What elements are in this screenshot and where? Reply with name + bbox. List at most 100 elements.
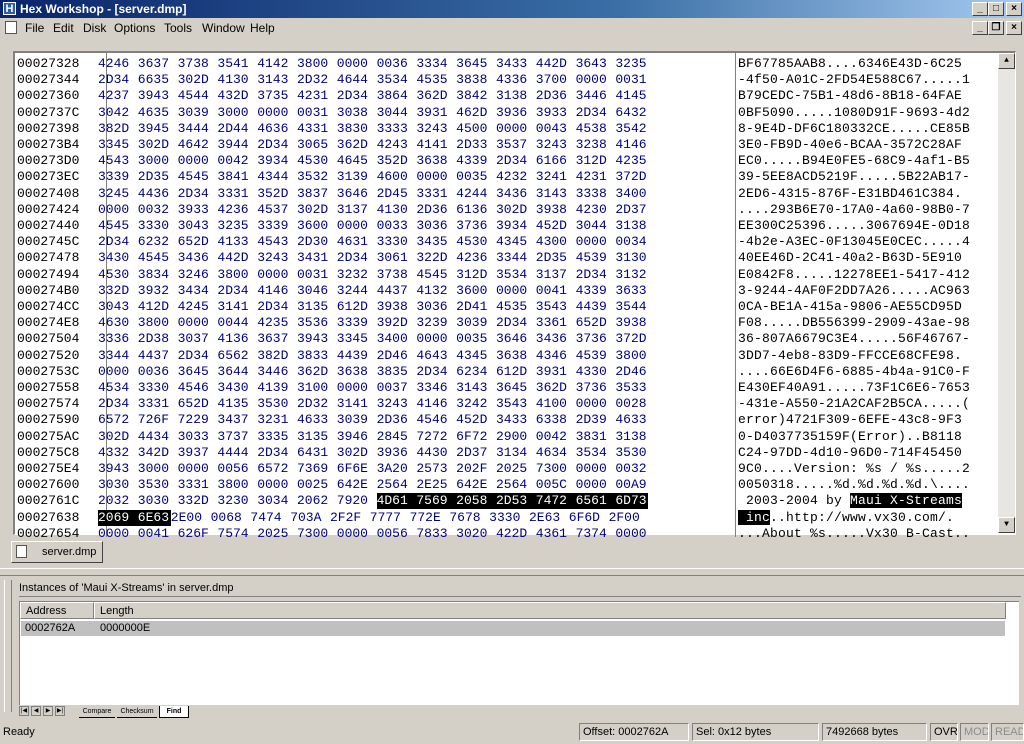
mdi-minimize-button[interactable]: _: [972, 21, 988, 35]
hex-cell[interactable]: 0000: [257, 105, 297, 121]
hex-cell[interactable]: 3530: [615, 445, 655, 461]
hex-cell[interactable]: 0000: [257, 267, 297, 283]
hex-cell[interactable]: 4644: [337, 72, 377, 88]
hex-cell[interactable]: 362D: [416, 88, 456, 104]
hex-cell[interactable]: 6F6D: [569, 510, 609, 526]
hex-cell[interactable]: 4300: [536, 234, 576, 250]
hex-cell[interactable]: 0036: [377, 56, 417, 72]
hex-cell[interactable]: 4530: [297, 153, 337, 169]
hex-cell[interactable]: 3835: [377, 364, 417, 380]
hex-cell[interactable]: 2F00: [609, 510, 649, 526]
hex-cell[interactable]: 3800: [138, 315, 178, 331]
hex-cell[interactable]: 7574: [217, 526, 257, 542]
results-list[interactable]: Address Length 0002762A 0000000E: [19, 601, 1019, 705]
hex-cell[interactable]: 3645: [456, 56, 496, 72]
hex-cell[interactable]: 3831: [576, 429, 616, 445]
hex-cell[interactable]: 382D: [257, 348, 297, 364]
hex-cell[interactable]: 4539: [576, 250, 616, 266]
hex-cell[interactable]: 4543: [98, 153, 138, 169]
hex-cell[interactable]: 3134: [496, 445, 536, 461]
hex-cell[interactable]: 3335: [257, 429, 297, 445]
hex-cell[interactable]: 4230: [576, 202, 616, 218]
hex-cell[interactable]: 4530: [456, 234, 496, 250]
hex-cell[interactable]: 0000: [98, 526, 138, 542]
hex-cell[interactable]: 3030: [98, 477, 138, 493]
hex-cell[interactable]: 642E: [456, 477, 496, 493]
hex-cell[interactable]: 2025: [496, 461, 536, 477]
hex-cell[interactable]: 2D53: [495, 493, 536, 510]
hex-cell[interactable]: 0000: [576, 396, 616, 412]
hex-cell[interactable]: 442D: [536, 56, 576, 72]
hex-cell[interactable]: 3437: [217, 412, 257, 428]
minimize-button[interactable]: _: [972, 2, 988, 16]
column-header-address[interactable]: Address: [20, 602, 94, 619]
row-ascii[interactable]: B79CEDC-75B1-48d6-8B18-64FAE: [738, 88, 962, 104]
tab-next-icon[interactable]: ▶: [43, 706, 53, 716]
hex-cell[interactable]: 3339: [337, 315, 377, 331]
hex-cell[interactable]: 4645: [337, 153, 377, 169]
hex-cell[interactable]: 3135: [297, 299, 337, 315]
tab-checksum[interactable]: Checksum: [117, 706, 157, 718]
hex-cell[interactable]: 6561: [575, 493, 616, 510]
hex-cell[interactable]: 0000: [576, 477, 616, 493]
hex-cell[interactable]: 3933: [178, 202, 218, 218]
hex-cell[interactable]: 3135: [297, 429, 337, 445]
hex-cell[interactable]: 3331: [178, 477, 218, 493]
hex-cell[interactable]: 3243: [257, 250, 297, 266]
hex-cell[interactable]: 4D61: [376, 493, 417, 510]
hex-cell[interactable]: 6432: [615, 105, 655, 121]
hex-cell[interactable]: 3644: [217, 364, 257, 380]
row-ascii[interactable]: 0BF5090.....1080D91F-9693-4d2: [738, 105, 970, 121]
hex-cell[interactable]: 4439: [576, 299, 616, 315]
hex-cell[interactable]: 3945: [138, 121, 178, 137]
hex-cell[interactable]: 0041: [138, 526, 178, 542]
hex-cell[interactable]: 3645: [496, 380, 536, 396]
hex-cell[interactable]: 2E00: [171, 510, 211, 526]
hex-cell[interactable]: 7272: [416, 429, 456, 445]
hex-cell[interactable]: 3034: [257, 493, 297, 509]
vertical-scrollbar[interactable]: ▲ ▼: [998, 53, 1015, 533]
hex-cell[interactable]: 302D: [98, 429, 138, 445]
hex-cell[interactable]: 3433: [496, 56, 536, 72]
hex-cell[interactable]: 452D: [456, 412, 496, 428]
hex-cell[interactable]: 4136: [217, 331, 257, 347]
hex-cell[interactable]: 332D: [98, 283, 138, 299]
hex-cell[interactable]: 3036: [416, 299, 456, 315]
row-ascii[interactable]: -4b2e-A3EC-0F13045E0CEC.....4: [738, 234, 970, 250]
row-ascii[interactable]: 0050318.....%d.%d.%d.%d.\....: [738, 477, 970, 493]
hex-cell[interactable]: 3936: [377, 445, 417, 461]
hex-cell[interactable]: 642E: [337, 477, 377, 493]
hex-cell[interactable]: 3132: [615, 267, 655, 283]
hex-cell[interactable]: 2D34: [337, 88, 377, 104]
hex-cell[interactable]: 3000: [138, 153, 178, 169]
hex-cell[interactable]: 3039: [178, 105, 218, 121]
hex-cell[interactable]: 4245: [178, 299, 218, 315]
hex-cell[interactable]: 2D34: [257, 137, 297, 153]
hex-cell[interactable]: 2D34: [98, 234, 138, 250]
hex-cell[interactable]: 3446: [257, 364, 297, 380]
hex-cell[interactable]: 4436: [138, 186, 178, 202]
hex-cell[interactable]: 3331: [416, 186, 456, 202]
hex-cell[interactable]: 3344: [496, 250, 536, 266]
hex-cell[interactable]: 6234: [456, 364, 496, 380]
hex-cell[interactable]: 0035: [456, 331, 496, 347]
hex-cell[interactable]: 3330: [138, 218, 178, 234]
hex-cell[interactable]: 2D45: [377, 186, 417, 202]
hex-cell[interactable]: 3530: [138, 477, 178, 493]
hex-cell[interactable]: 4146: [416, 396, 456, 412]
hex-cell[interactable]: 3932: [138, 283, 178, 299]
hex-cell[interactable]: 0000: [496, 121, 536, 137]
hex-cell[interactable]: 0044: [217, 315, 257, 331]
hex-cell[interactable]: 4439: [337, 348, 377, 364]
maximize-button[interactable]: □: [988, 2, 1004, 16]
hex-cell[interactable]: 432D: [217, 88, 257, 104]
hex-cell[interactable]: 3943: [98, 461, 138, 477]
hex-cell[interactable]: 3830: [337, 121, 377, 137]
hex-cell[interactable]: 3239: [416, 315, 456, 331]
hex-cell[interactable]: 3537: [496, 137, 536, 153]
hex-cell[interactable]: 3931: [536, 364, 576, 380]
hex-cell[interactable]: 3436: [496, 186, 536, 202]
hex-cell[interactable]: 302D: [337, 445, 377, 461]
hex-cell[interactable]: 3431: [297, 250, 337, 266]
hex-cell[interactable]: 3243: [536, 137, 576, 153]
